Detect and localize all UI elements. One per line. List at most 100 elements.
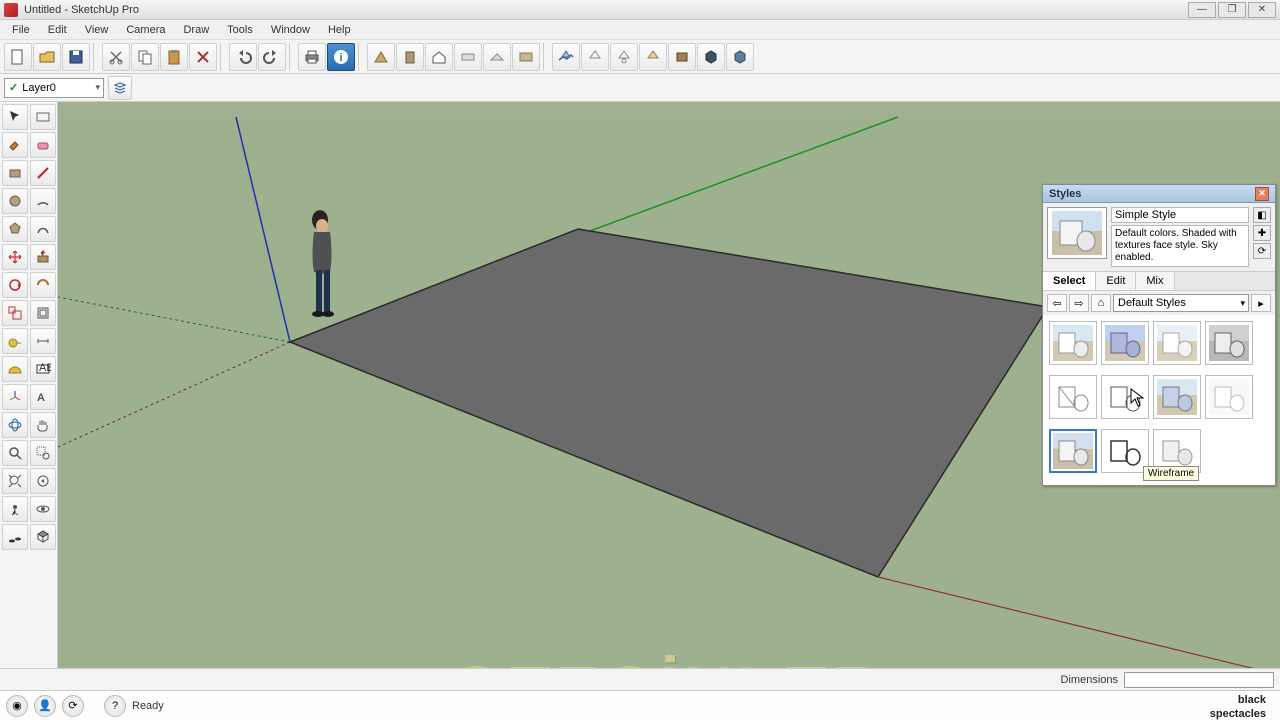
dimension-tool[interactable] [30,328,56,354]
text-tool[interactable]: ABC [30,356,56,382]
style-item[interactable] [1205,321,1253,365]
protractor-tool[interactable] [2,356,28,382]
sandbox5-button[interactable] [668,43,696,71]
tab-select[interactable]: Select [1043,272,1096,290]
tape-tool[interactable] [2,328,28,354]
select-tool[interactable] [2,104,28,130]
previous-view-tool[interactable] [30,468,56,494]
house-button[interactable] [425,43,453,71]
3dtext-tool[interactable]: A [30,384,56,410]
style-item-wireframe[interactable] [1101,375,1149,419]
signin-button[interactable]: ⟳ [62,695,84,717]
tab-mix[interactable]: Mix [1136,272,1174,290]
floor-button[interactable] [454,43,482,71]
roof-button[interactable] [483,43,511,71]
arc-tool[interactable] [30,188,56,214]
freehand-tool[interactable] [30,216,56,242]
tab-edit[interactable]: Edit [1096,272,1136,290]
menu-draw[interactable]: Draw [175,22,217,38]
sandbox7-button[interactable] [726,43,754,71]
circle-tool[interactable] [2,188,28,214]
menu-window[interactable]: Window [263,22,318,38]
help-button[interactable]: ? [104,695,126,717]
move-tool[interactable] [2,244,28,270]
style-update-button[interactable]: ⟳ [1253,243,1271,259]
component-button[interactable] [367,43,395,71]
sandbox3-button[interactable] [610,43,638,71]
layer-manager-button[interactable] [108,76,132,100]
style-item-selected[interactable] [1049,429,1097,473]
nav-back-button[interactable]: ⇦ [1047,294,1067,312]
offset-tool[interactable] [30,300,56,326]
line-tool[interactable] [30,160,56,186]
followme-tool[interactable] [30,272,56,298]
sandbox4-button[interactable] [639,43,667,71]
axes-tool[interactable] [2,384,28,410]
maximize-button[interactable]: ❐ [1218,2,1246,18]
layer-dropdown[interactable]: ✓ Layer0 [4,78,104,98]
style-item[interactable] [1153,375,1201,419]
sandbox2-button[interactable] [581,43,609,71]
style-item[interactable] [1049,375,1097,419]
menu-file[interactable]: File [4,22,38,38]
cut-button[interactable] [102,43,130,71]
details-button[interactable]: ▸ [1251,294,1271,312]
rectangle-tool[interactable] [2,160,28,186]
rotate-tool[interactable] [2,272,28,298]
style-desc-field[interactable]: Default colors. Shaded with textures fac… [1111,225,1249,267]
style-item[interactable] [1153,321,1201,365]
style-name-field[interactable]: Simple Style [1111,207,1249,223]
menu-edit[interactable]: Edit [40,22,75,38]
dimensions-input[interactable] [1124,672,1274,688]
sandbox6-button[interactable] [697,43,725,71]
pan-tool[interactable] [30,412,56,438]
paste-button[interactable] [160,43,188,71]
open-button[interactable] [33,43,61,71]
orbit-tool[interactable] [2,412,28,438]
style-item[interactable] [1049,321,1097,365]
copy-button[interactable] [131,43,159,71]
style-thumbnail[interactable] [1047,207,1107,259]
save-button[interactable] [62,43,90,71]
zoom-tool[interactable] [2,440,28,466]
make-component-tool[interactable] [30,104,56,130]
paint-tool[interactable] [2,132,28,158]
wall-button[interactable] [512,43,540,71]
styles-panel-close-button[interactable]: ✕ [1255,187,1269,201]
menu-camera[interactable]: Camera [118,22,173,38]
zoom-window-tool[interactable] [30,440,56,466]
undo-button[interactable] [229,43,257,71]
building-button[interactable] [396,43,424,71]
eraser-tool[interactable] [30,132,56,158]
sandbox1-button[interactable] [552,43,580,71]
print-button[interactable] [298,43,326,71]
walk-tool[interactable] [2,524,28,550]
collection-dropdown[interactable]: Default Styles [1113,294,1249,312]
close-button[interactable]: ✕ [1248,2,1276,18]
menu-help[interactable]: Help [320,22,359,38]
zoom-extents-tool[interactable] [2,468,28,494]
style-display-button[interactable]: ◧ [1253,207,1271,223]
redo-button[interactable] [258,43,286,71]
menu-tools[interactable]: Tools [219,22,261,38]
style-item[interactable] [1205,375,1253,419]
geo-button[interactable]: ◉ [6,695,28,717]
style-create-button[interactable]: ✚ [1253,225,1271,241]
nav-forward-button[interactable]: ⇨ [1069,294,1089,312]
styles-panel-titlebar[interactable]: Styles ✕ [1043,185,1275,203]
polygon-tool[interactable] [2,216,28,242]
style-item[interactable] [1101,321,1149,365]
position-camera-tool[interactable] [2,496,28,522]
scale-tool[interactable] [2,300,28,326]
nav-home-button[interactable]: ⌂ [1091,294,1111,312]
menu-view[interactable]: View [77,22,117,38]
section-tool[interactable] [30,524,56,550]
minimize-button[interactable]: — [1188,2,1216,18]
style-item[interactable] [1101,429,1149,473]
model-info-button[interactable]: i [327,43,355,71]
credits-button[interactable]: 👤 [34,695,56,717]
pushpull-tool[interactable] [30,244,56,270]
delete-button[interactable] [189,43,217,71]
new-button[interactable] [4,43,32,71]
look-around-tool[interactable] [30,496,56,522]
